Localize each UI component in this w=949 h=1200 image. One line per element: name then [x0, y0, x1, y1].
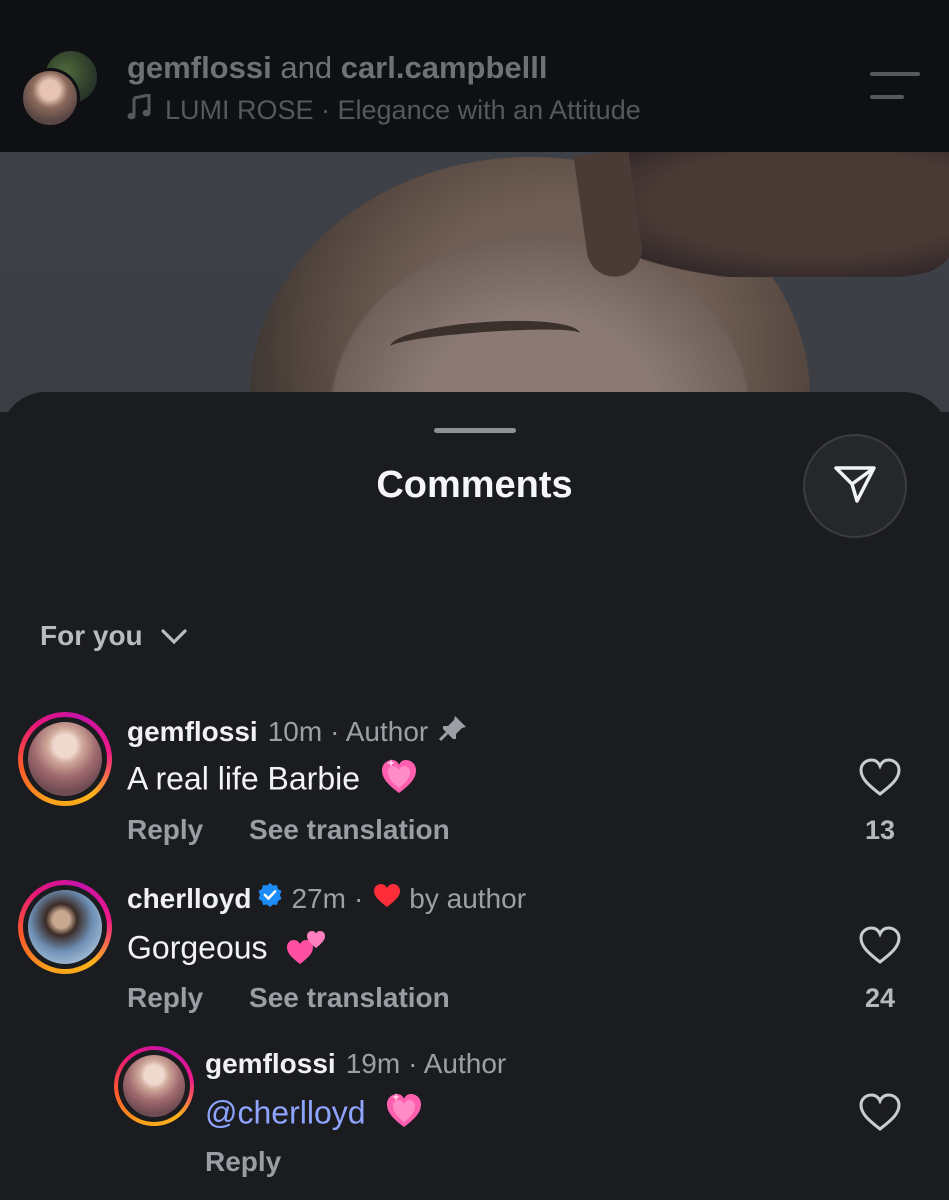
sort-label: For you — [40, 620, 143, 651]
like-button[interactable] — [858, 1092, 902, 1132]
avatar[interactable] — [18, 712, 112, 806]
comment-meta: · Author — [330, 715, 429, 747]
heart-outline-icon — [858, 758, 902, 801]
sparkling-heart-icon — [384, 1092, 424, 1138]
comment-meta-separator: · — [353, 882, 364, 914]
avatar[interactable] — [18, 880, 112, 974]
comment-header: cherlloyd 27m · by author — [127, 882, 526, 915]
share-button[interactable] — [803, 434, 907, 538]
music-row[interactable]: LUMI ROSE · Elegance with an Attitude — [127, 93, 641, 127]
comment-time: 19m — [345, 1048, 401, 1079]
sparkling-heart-icon — [379, 758, 419, 804]
comment-username[interactable]: gemflossi — [205, 1048, 336, 1080]
comment-actions: Reply See translation — [127, 982, 488, 1014]
header-user-2[interactable]: carl.campbelll — [341, 50, 548, 85]
two-hearts-icon — [286, 926, 328, 974]
comment-meta: · Author — [408, 1048, 507, 1079]
like-count: 13 — [864, 815, 896, 845]
comment-username[interactable]: gemflossi — [127, 716, 258, 748]
comment-text-row: A real life Barbie — [127, 758, 419, 804]
reel-header: gemflossi and carl.campbelll LUMI ROSE ·… — [0, 0, 949, 152]
comment-text-row: Gorgeous — [127, 926, 328, 974]
sort-dropdown[interactable]: For you — [40, 620, 187, 652]
reply-button[interactable]: Reply — [205, 1146, 281, 1177]
header-joiner: and — [280, 50, 333, 85]
pin-icon — [438, 714, 468, 749]
like-button[interactable] — [858, 925, 902, 965]
share-icon — [830, 459, 880, 514]
see-translation-button[interactable]: See translation — [249, 982, 450, 1013]
post-photo — [0, 152, 949, 412]
collab-avatars[interactable] — [20, 48, 100, 128]
red-heart-icon — [373, 883, 401, 915]
sheet-grabber[interactable] — [434, 428, 516, 433]
reply-button[interactable]: Reply — [127, 814, 203, 845]
comment-header: gemflossi 19m · Author — [205, 1048, 506, 1080]
like-count: 24 — [864, 983, 896, 1013]
avatar-gemflossi — [20, 68, 80, 128]
comment-text-row: @cherlloyd — [205, 1092, 424, 1138]
comment-time: 27m — [291, 882, 346, 914]
comment-username[interactable]: cherlloyd — [127, 883, 251, 915]
verified-badge-icon — [257, 882, 283, 915]
menu-icon[interactable] — [870, 72, 920, 102]
comment-actions: Reply — [205, 1146, 319, 1178]
like-button[interactable] — [858, 757, 902, 797]
comment-time: 10m — [267, 715, 323, 747]
comment-header: gemflossi 10m · Author — [127, 714, 468, 749]
heart-outline-icon — [858, 926, 902, 969]
chevron-down-icon — [161, 620, 187, 652]
mention-link[interactable]: @cherlloyd — [205, 1094, 366, 1130]
reply-button[interactable]: Reply — [127, 982, 203, 1013]
heart-outline-icon — [858, 1093, 902, 1136]
header-title[interactable]: gemflossi and carl.campbelll — [127, 50, 547, 86]
avatar[interactable] — [114, 1046, 194, 1126]
comment-text: Gorgeous — [127, 929, 268, 966]
comment-text: A real life Barbie — [127, 760, 361, 797]
music-label: LUMI ROSE · Elegance with an Attitude — [165, 95, 641, 125]
header-user-1[interactable]: gemflossi — [127, 50, 272, 85]
music-note-icon — [127, 93, 151, 127]
comment-meta: by author — [409, 882, 527, 914]
comment-actions: Reply See translation — [127, 814, 488, 846]
see-translation-button[interactable]: See translation — [249, 814, 450, 845]
